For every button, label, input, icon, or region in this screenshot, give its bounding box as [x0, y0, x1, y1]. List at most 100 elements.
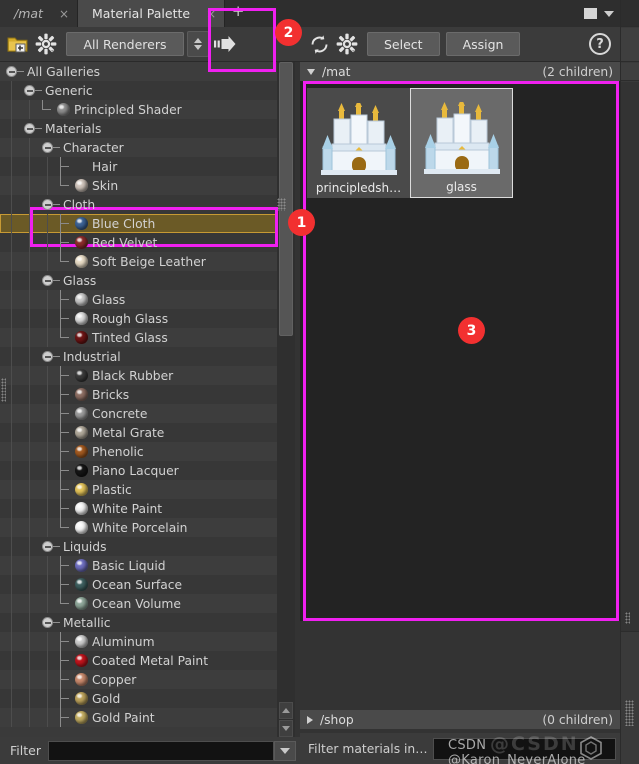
tree-row[interactable]: Gold Paint [0, 708, 277, 727]
tree-row-label: Metallic [63, 615, 111, 630]
tree-row[interactable]: Black Rubber [0, 366, 277, 385]
mat-path-bar[interactable]: /mat (2 children) [300, 62, 620, 81]
castle-icon [317, 101, 401, 181]
tree-row[interactable]: Cloth [0, 195, 277, 214]
tree-row[interactable]: Soft Beige Leather [0, 252, 277, 271]
collapse-toggle-icon[interactable] [42, 199, 53, 210]
scroll-down-icon[interactable] [279, 720, 293, 737]
tree-row[interactable]: Tinted Glass [0, 328, 277, 347]
collapse-toggle-icon[interactable] [42, 617, 53, 628]
collapse-toggle-icon[interactable] [42, 351, 53, 362]
mat-child-count: (2 children) [542, 64, 613, 79]
help-icon[interactable]: ? [589, 33, 611, 55]
square-icon[interactable] [584, 8, 597, 19]
collapse-toggle-icon[interactable] [42, 142, 53, 153]
tree-connector [35, 90, 42, 91]
chevron-down-icon[interactable] [274, 740, 296, 761]
tree-row[interactable]: Hair [0, 157, 277, 176]
select-button[interactable]: Select [367, 32, 440, 56]
tree-connector [60, 461, 75, 480]
strip-pathbar [621, 63, 639, 81]
filter-input[interactable] [48, 740, 274, 761]
pane-resize-grip-left[interactable] [1, 378, 6, 402]
tree-row[interactable]: Gold [0, 689, 277, 708]
gear-icon[interactable] [32, 30, 60, 58]
refresh-icon[interactable] [305, 30, 333, 58]
material-swatch-icon [75, 388, 88, 401]
tree-row[interactable]: Character [0, 138, 277, 157]
collapse-toggle-icon[interactable] [24, 123, 35, 134]
filter-label: Filter [10, 743, 41, 758]
material-tile[interactable]: glass [410, 88, 513, 198]
tree-row[interactable]: Basic Liquid [0, 556, 277, 575]
shop-path-bar[interactable]: /shop (0 children) [300, 710, 620, 729]
add-tab-button[interactable]: + [225, 0, 252, 27]
gear-icon[interactable] [333, 30, 361, 58]
gallery-tree[interactable]: All Galleries Generic Principled Shader Mat… [0, 62, 277, 737]
material-grid[interactable]: principledsh… glass [300, 81, 620, 621]
tree-row[interactable]: Metal Grate [0, 423, 277, 442]
chevron-right-icon[interactable] [307, 715, 313, 724]
tree-connector [53, 147, 60, 148]
tree-connector [60, 670, 75, 689]
tree-row-label: Plastic [92, 482, 132, 497]
tree-row[interactable]: Ocean Surface [0, 575, 277, 594]
strip-grip-2[interactable] [625, 700, 634, 726]
watermark-ghost: @CSDN [490, 733, 579, 755]
collapse-toggle-icon[interactable] [42, 541, 53, 552]
chevron-down-icon[interactable] [604, 10, 614, 17]
tree-row[interactable]: Piano Lacquer [0, 461, 277, 480]
tree-row[interactable]: Generic [0, 81, 277, 100]
tree-row[interactable]: Metallic [0, 613, 277, 632]
scroll-up-icon[interactable] [279, 702, 293, 719]
renderer-select[interactable]: All Renderers [66, 32, 184, 56]
tree-row[interactable]: Glass [0, 271, 277, 290]
material-swatch-icon [75, 331, 88, 344]
tree-row[interactable]: Coated Metal Paint [0, 651, 277, 670]
tab-mat[interactable]: /mat × [0, 0, 79, 27]
collapse-toggle-icon[interactable] [24, 85, 35, 96]
tree-row[interactable]: Plastic [0, 480, 277, 499]
tree-row-label: Gold Paint [92, 710, 155, 725]
updown-spinner-icon[interactable] [187, 31, 209, 57]
tree-row[interactable]: Rough Glass [0, 309, 277, 328]
tree-row[interactable]: Red Velvet [0, 233, 277, 252]
tree-row-label: Liquids [63, 539, 107, 554]
tree-row[interactable]: Aluminum [0, 632, 277, 651]
tree-row[interactable]: White Porcelain [0, 518, 277, 537]
tree-row[interactable]: White Paint [0, 499, 277, 518]
material-swatch-icon [57, 103, 70, 116]
assign-button[interactable]: Assign [445, 32, 521, 56]
close-icon[interactable]: × [59, 7, 69, 21]
strip-grip[interactable] [625, 612, 630, 624]
collapse-toggle-icon[interactable] [42, 275, 53, 286]
tree-row[interactable]: Liquids [0, 537, 277, 556]
tree-scrollbar[interactable] [277, 62, 295, 737]
select-button-label: Select [384, 36, 423, 52]
shop-path-label: /shop [320, 712, 354, 727]
tree-row-label: Hair [92, 159, 118, 174]
arrow-right-icon[interactable] [211, 30, 239, 58]
tree-row[interactable]: Bricks [0, 385, 277, 404]
collapse-toggle-icon[interactable] [6, 66, 17, 77]
tree-row[interactable]: Concrete [0, 404, 277, 423]
tree-row[interactable]: Principled Shader [0, 100, 277, 119]
tree-row[interactable]: Blue Cloth [0, 214, 277, 233]
tree-row[interactable]: Materials [0, 119, 277, 138]
tree-row[interactable]: Copper [0, 670, 277, 689]
material-tile[interactable]: principledsh… [307, 88, 410, 198]
tree-row-label: Glass [63, 273, 97, 288]
tree-row[interactable]: Phenolic [0, 442, 277, 461]
tree-row[interactable]: Ocean Volume [0, 594, 277, 613]
folder-plus-icon[interactable] [4, 30, 32, 58]
tab-material-palette[interactable]: Material Palette × [78, 0, 226, 27]
tree-row[interactable]: Glass [0, 290, 277, 309]
pane-resize-grip[interactable] [277, 198, 286, 211]
tree-row[interactable]: All Galleries [0, 62, 277, 81]
tree-connector [60, 290, 75, 309]
tree-row[interactable]: Skin [0, 176, 277, 195]
chevron-down-icon[interactable] [307, 68, 315, 75]
tree-connector [60, 252, 75, 271]
close-icon[interactable]: × [206, 7, 216, 21]
tree-row[interactable]: Industrial [0, 347, 277, 366]
